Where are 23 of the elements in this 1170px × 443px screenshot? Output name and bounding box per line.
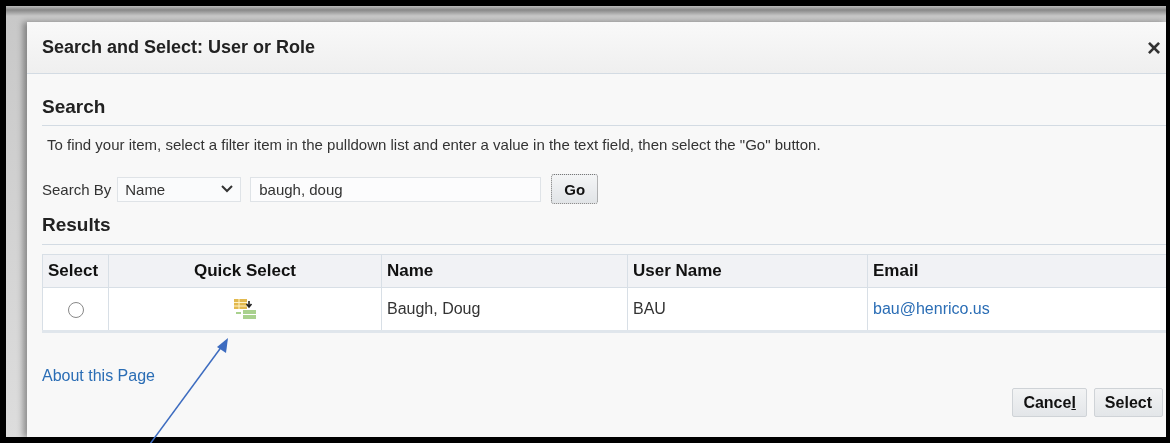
column-header: Quick Select xyxy=(108,254,382,288)
action-button[interactable]: Select xyxy=(1093,388,1163,417)
dialog-title: Search and Select: User or Role xyxy=(42,37,316,58)
table-cell: Baugh, Doug xyxy=(381,287,628,332)
email-link[interactable]: bau@henrico.us xyxy=(873,300,990,317)
action-button[interactable]: Cancel xyxy=(1012,388,1087,417)
search-field[interactable]: baugh, doug xyxy=(250,176,542,202)
section-heading: Search xyxy=(42,96,1166,126)
go-button[interactable]: Go xyxy=(551,174,599,204)
radio-button[interactable] xyxy=(67,301,84,318)
chevron-down-icon xyxy=(221,185,234,193)
close-button[interactable]: × xyxy=(1147,35,1161,60)
column-header: User Name xyxy=(627,254,868,288)
table-cell: BAU xyxy=(627,287,868,332)
filter-dropdown[interactable]: Name xyxy=(117,176,242,202)
column-header: Email xyxy=(867,254,1166,288)
column-header: Select xyxy=(42,254,109,288)
about-link[interactable]: About this Page xyxy=(42,367,155,385)
column-header: Name xyxy=(381,254,628,288)
quick-select-icon[interactable] xyxy=(233,298,257,320)
search-by-label: Search By xyxy=(42,180,112,198)
section-heading: Results xyxy=(42,214,1166,245)
instructions-text: To find your item, select a filter item in the pulldown list and enter a value in the text field, then select the "Go" button. xyxy=(47,136,821,153)
